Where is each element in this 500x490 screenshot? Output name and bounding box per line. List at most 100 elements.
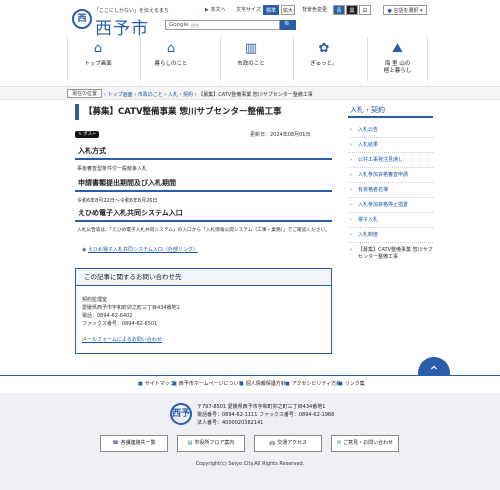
contact-button[interactable]: ✉ ご意見・お問い合わせ: [331, 435, 399, 452]
footer-link-label: サイトマップ: [144, 381, 175, 387]
button-label: 各課連絡先一覧: [120, 440, 156, 446]
mountain-icon: ⛰: [392, 41, 403, 56]
skip-label: 本文へ: [210, 7, 226, 13]
footer-link[interactable]: ■ アクセシビリティ方針: [285, 380, 341, 387]
chevron-right-icon: ›: [350, 142, 352, 148]
footer-link-label: リンク集: [344, 381, 365, 387]
mail-form-link[interactable]: メールフォームによるお問い合わせ: [82, 336, 162, 343]
arrow-icon: ▶: [205, 7, 209, 13]
chevron-right-icon: ›: [350, 247, 352, 253]
language-select[interactable]: ● 言語を選択 ▾: [383, 5, 427, 15]
sidebar-item-label: 電子入札: [358, 217, 379, 223]
chevron-right-icon: ›: [350, 157, 352, 163]
nav-label: トップ画面: [84, 61, 112, 67]
bg-white-button[interactable]: 白: [359, 5, 371, 15]
globe-icon: ●: [387, 8, 392, 14]
nav-label: ぎゅっと。: [310, 61, 338, 67]
section-text: 令和6年8月22日～令和6年8月26日: [77, 198, 158, 204]
square-arrow-icon: ■: [138, 381, 143, 387]
phone-icon: ☎: [112, 440, 119, 446]
sidebar-item[interactable]: › 入札参加資格審査申請: [348, 172, 433, 183]
square-arrow-icon: ■: [285, 381, 290, 387]
sidebar-item[interactable]: › 有資格者名簿: [348, 187, 433, 198]
skip-to-content-link[interactable]: ▶ 本文へ: [205, 6, 225, 13]
chevron-right-icon: ›: [350, 127, 352, 133]
sidebar-item[interactable]: › 入札制度: [348, 232, 433, 243]
link-arrow-icon: ◉: [82, 247, 87, 253]
nav-item-lifestyle[interactable]: ⛰ 海 里 山の 極上暮らし: [367, 37, 428, 81]
access-button[interactable]: 🚌 交通アクセス: [254, 435, 322, 452]
sidebar-item[interactable]: › 入札参加資格停止措置: [348, 202, 433, 213]
sidebar-item-label: 有資格者名簿: [358, 187, 389, 193]
bg-color-label: 背景色変更: [302, 7, 328, 13]
external-link-label[interactable]: えひめ電子入札共同システム入口（外部リンク）: [88, 247, 198, 253]
external-link[interactable]: ◉ えひめ電子入札共同システム入口（外部リンク）: [82, 246, 198, 253]
button-label: ご意見・お問い合わせ: [343, 440, 394, 446]
nav-item-city-government[interactable]: ▥ 市政のこと: [220, 37, 281, 81]
sidebar-item-label: 【募集】CATV整備事業 惣川サブセンター整備工事: [358, 247, 433, 260]
mail-icon: ✉: [336, 440, 342, 446]
breadcrumb-bidding[interactable]: 入札・契約: [168, 92, 193, 98]
font-large-button[interactable]: 拡大: [281, 5, 295, 15]
section-heading: えひめ電子入札共同システム入口: [75, 207, 332, 222]
breadcrumb-top[interactable]: トップ画面: [108, 92, 133, 98]
breadcrumb-badge: 現在の位置: [67, 89, 103, 98]
nav-label: 市政のこと: [237, 61, 265, 67]
square-arrow-icon: ■: [338, 381, 343, 387]
footer-link-label: アクセシビリティ方針: [291, 381, 342, 387]
bg-black-button[interactable]: 黒: [346, 5, 358, 15]
footer-link-label: 西予市ホームページについて: [178, 381, 244, 387]
chevron-right-icon: ›: [350, 232, 352, 238]
sidebar-item[interactable]: › 公共工事発注見通し: [348, 157, 433, 168]
city-logo-icon[interactable]: 西: [72, 9, 92, 29]
font-standard-button[interactable]: 標準: [263, 5, 279, 15]
home-icon: ⌂: [93, 41, 103, 56]
footer-link[interactable]: ■ リンク集: [338, 380, 365, 387]
footer-link[interactable]: ■ サイトマップ: [138, 380, 175, 387]
search-button[interactable]: 🔍: [280, 20, 296, 30]
breadcrumb-city-government[interactable]: 市政のこと: [138, 92, 163, 98]
footer-link[interactable]: ■ 西予市ホームページについて: [172, 380, 243, 387]
chevron-right-icon: ›: [350, 217, 352, 223]
breadcrumb-current: 【募集】CATV整備事業 惣川サブセンター整備工事: [198, 92, 313, 98]
floor-map-icon: ▤: [187, 440, 193, 446]
bus-icon: 🚌: [269, 440, 276, 446]
contact-list-button[interactable]: ☎ 各課連絡先一覧: [100, 435, 168, 452]
nav-label: 海 里 山の 極上暮らし: [383, 61, 412, 74]
post-label: ポスト: [83, 132, 97, 137]
sidebar-item-label: 入札参加資格停止措置: [358, 202, 409, 208]
footer-phone: 電話番号：0894-62-1111 ファックス番号：0894-62-1968: [197, 412, 335, 418]
nav-item-gyutto[interactable]: ✿ ぎゅっと。: [293, 37, 354, 81]
button-label: 市役所フロア案内: [194, 440, 235, 446]
sidebar-item[interactable]: › 電子入札: [348, 217, 433, 228]
x-logo-icon: 𝕏: [78, 132, 82, 137]
floor-guide-button[interactable]: ▤ 市役所フロア案内: [177, 435, 245, 452]
section-text: 事後審査型条件付一般競争入札: [77, 166, 148, 172]
nav-item-living[interactable]: ⌂ 暮らしのこと: [140, 37, 201, 81]
search-input[interactable]: Google 提供: [165, 20, 280, 30]
footer-corp-number: 法人番号：4000020382141: [197, 420, 264, 426]
sidebar-item[interactable]: › 入札結果: [348, 142, 433, 153]
sidebar-item-label: 公共工事発注見通し: [358, 157, 404, 163]
house-icon: ⌂: [166, 41, 176, 56]
nav-item-top[interactable]: ⌂ トップ画面: [67, 37, 128, 81]
building-icon: ▥: [244, 41, 258, 56]
sidebar-item-label: 入札制度: [358, 232, 379, 238]
sidebar-item-label: 入札結果: [358, 142, 379, 148]
sidebar-item-current: › 【募集】CATV整備事業 惣川サブセンター整備工事: [348, 247, 433, 265]
logo-tagline: 「ここにしかない」を伝えるまち: [94, 8, 169, 14]
button-label: 交通アクセス: [277, 440, 307, 446]
square-arrow-icon: ■: [239, 381, 244, 387]
chevron-right-icon: ›: [350, 202, 352, 208]
site-name[interactable]: 西予市: [95, 14, 149, 39]
inquiry-fax: ファックス番号：0894-62-6501: [82, 321, 158, 327]
global-nav: ⌂ トップ画面 ⌂ 暮らしのこと ▥ 市政のこと ✿ ぎゅっと。 ⛰ 海 里 山…: [67, 37, 433, 81]
search-brand: Google: [169, 22, 189, 28]
copyright: Copyright(c) Seiyo City.All Rights Reser…: [195, 461, 305, 467]
x-post-button[interactable]: 𝕏 ポスト: [75, 131, 99, 138]
bg-blue-button[interactable]: 青: [333, 5, 345, 15]
inquiry-heading: この記事に関するお問い合わせ先: [76, 269, 331, 286]
footer-link[interactable]: ■ 個人情報保護方針: [239, 380, 286, 387]
font-size-label: 文字サイズ: [236, 7, 261, 13]
sidebar-item[interactable]: › 入札公告: [348, 127, 433, 138]
